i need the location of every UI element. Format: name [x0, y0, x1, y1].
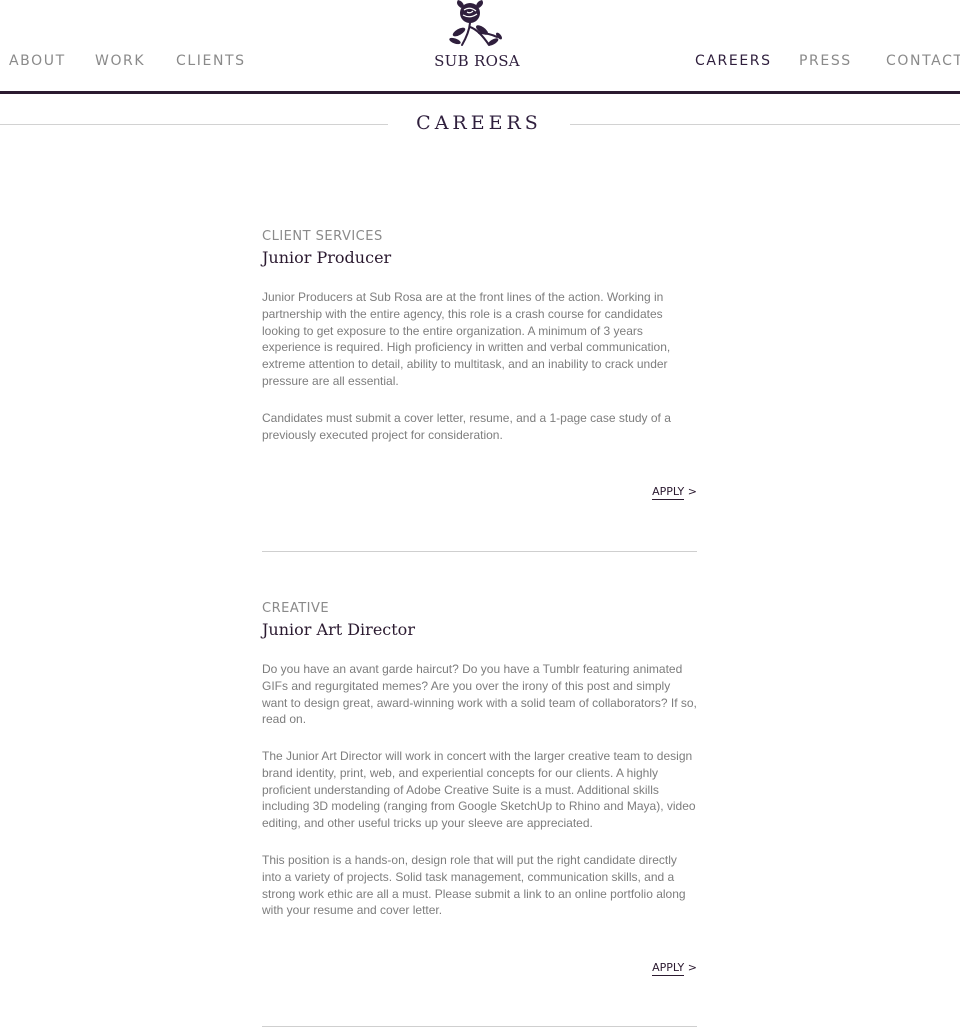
- job-description: Junior Producers at Sub Rosa are at the …: [262, 290, 671, 388]
- title-rule-left: [0, 124, 388, 125]
- job-department: CREATIVE: [262, 601, 330, 616]
- site-logo[interactable]: SUB ROSA: [420, 0, 534, 74]
- chevron-right-icon: >: [687, 485, 697, 498]
- nav-contact[interactable]: CONTACT: [886, 53, 960, 69]
- job-divider: [262, 1026, 697, 1027]
- apply-label: APPLY: [652, 961, 685, 976]
- job-title: Junior Art Director: [262, 620, 415, 639]
- chevron-right-icon: >: [687, 961, 697, 974]
- rose-icon: [449, 0, 502, 46]
- job-listing-junior-producer: CLIENT SERVICES Junior Producer Junior P…: [262, 229, 697, 509]
- page-title: CAREERS: [416, 112, 542, 134]
- job-divider: [262, 551, 697, 552]
- nav-work[interactable]: WORK: [95, 53, 145, 69]
- apply-label: APPLY: [652, 485, 685, 500]
- job-description: Do you have an avant garde haircut? Do y…: [262, 662, 697, 727]
- page-title-bar: CAREERS: [0, 110, 960, 140]
- apply-button[interactable]: APPLY >: [652, 961, 697, 976]
- job-title: Junior Producer: [262, 248, 392, 267]
- job-requirements: This position is a hands-on, design role…: [262, 853, 686, 918]
- job-listing-junior-art-director: CREATIVE Junior Art Director Do you have…: [262, 601, 697, 985]
- nav-careers[interactable]: CAREERS: [695, 53, 772, 69]
- nav-clients[interactable]: CLIENTS: [176, 53, 246, 69]
- logo-text: SUB ROSA: [434, 52, 520, 70]
- site-header: ABOUT WORK CLIENTS SUB ROSA CAREERS PRES…: [0, 0, 960, 94]
- job-department: CLIENT SERVICES: [262, 229, 383, 244]
- title-rule-right: [570, 124, 960, 125]
- nav-press[interactable]: PRESS: [799, 53, 852, 69]
- nav-about[interactable]: ABOUT: [9, 53, 66, 69]
- apply-button[interactable]: APPLY >: [652, 485, 697, 500]
- job-requirements: Candidates must submit a cover letter, r…: [262, 411, 671, 442]
- job-description: The Junior Art Director will work in con…: [262, 749, 696, 831]
